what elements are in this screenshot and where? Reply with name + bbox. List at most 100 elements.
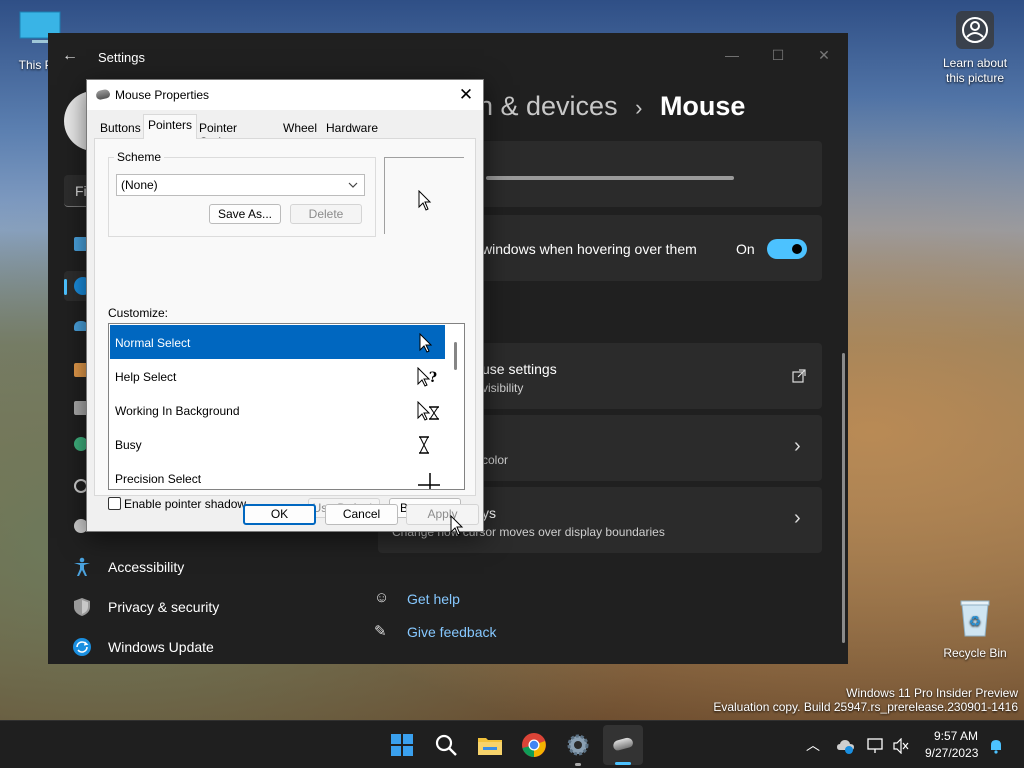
sidebar-item-label: Accessibility [108, 559, 185, 575]
tab-buttons[interactable]: Buttons [96, 118, 145, 138]
ok-button[interactable]: OK [243, 504, 316, 525]
pointers-tab-page: Scheme (None) Save As... Delete Customiz… [94, 138, 476, 518]
customize-label: Customize: [108, 306, 169, 320]
settings-title: Settings [98, 50, 145, 65]
list-item[interactable]: Normal Select [110, 325, 445, 359]
list-item-label: Help Select [115, 370, 177, 384]
pointer-list-scrollbar[interactable] [447, 324, 464, 489]
notification-bell-icon[interactable] [988, 738, 1004, 754]
close-icon[interactable]: ✕ [802, 41, 846, 69]
cursor-preview [384, 157, 464, 234]
start-icon[interactable] [386, 729, 418, 761]
working-cursor-icon [417, 401, 439, 421]
list-item[interactable]: Precision Select [110, 461, 445, 489]
sidebar-item-windows-update[interactable]: Windows Update [72, 629, 322, 665]
scroll-thumb[interactable] [454, 342, 457, 370]
dialog-titlebar: Mouse Properties ✕ [87, 80, 483, 110]
learn-about-label: Learn about this picture [942, 56, 1008, 85]
toggle-knob [792, 244, 802, 254]
desktop-icon-recycle-bin[interactable]: ♻ Recycle Bin [940, 598, 1010, 660]
list-item[interactable]: Help Select ? [110, 359, 445, 393]
sidebar-item-label: Privacy & security [108, 599, 220, 615]
watermark-line-1: Windows 11 Pro Insider Preview [846, 686, 1018, 700]
recycle-bin-icon: ♻ [960, 600, 990, 637]
maximize-icon[interactable]: ☐ [756, 41, 800, 69]
volume-muted-icon[interactable] [893, 738, 909, 754]
shield-icon [74, 598, 90, 616]
help-cursor-icon: ? [417, 367, 437, 387]
svg-text:?: ? [429, 370, 437, 386]
delete-button[interactable]: Delete [290, 204, 362, 224]
pointer-speed-slider[interactable] [486, 176, 734, 180]
chevron-right-icon: › [635, 95, 643, 120]
apply-button[interactable]: Apply [406, 504, 479, 525]
search-input-text: Fi [75, 183, 87, 199]
pointer-color-sub: color [482, 453, 509, 467]
scheme-dropdown[interactable]: (None) [116, 174, 365, 196]
network-icon[interactable] [867, 738, 885, 754]
pointer-shadow-label: Enable pointer shadow [124, 497, 247, 511]
close-icon[interactable]: ✕ [455, 84, 477, 106]
tab-pointers[interactable]: Pointers [143, 114, 198, 139]
chevron-right-icon: › [794, 507, 801, 529]
arrow-cursor-icon [419, 333, 433, 353]
back-arrow-icon[interactable]: ← [62, 47, 82, 67]
pointer-shadow-checkbox[interactable] [108, 497, 121, 510]
settings-scrollbar[interactable] [842, 353, 845, 643]
taskbar: ︿ 9:57 AM 9/27/2023 [0, 720, 1024, 768]
feedback-icon: ✎ [374, 623, 387, 640]
sidebar-item-privacy[interactable]: Privacy & security [72, 589, 322, 625]
watermark-line-2: Evaluation copy. Build 25947.rs_prerelea… [713, 700, 1018, 714]
chevron-up-icon[interactable]: ︿ [806, 735, 820, 755]
settings-gear-icon[interactable] [562, 729, 594, 761]
onedrive-icon[interactable] [836, 738, 856, 754]
crosshair-icon [418, 473, 440, 489]
file-explorer-icon[interactable] [474, 729, 506, 761]
clock-date[interactable]: 9/27/2023 [925, 746, 978, 760]
list-item-label: Precision Select [115, 472, 202, 486]
scroll-inactive-toggle[interactable] [767, 239, 807, 259]
arrow-cursor-icon [418, 190, 432, 211]
sidebar-item-label: Windows Update [108, 639, 214, 655]
dialog-title: Mouse Properties [115, 88, 210, 102]
svg-text:♻: ♻ [969, 614, 982, 630]
selection-indicator [64, 279, 67, 295]
learn-about-picture[interactable]: Learn about this picture [938, 10, 1012, 86]
give-feedback-label: Give feedback [407, 624, 497, 640]
additional-settings-title: use settings [482, 361, 557, 377]
mouse-properties-dialog: Mouse Properties ✕ Buttons Pointers Poin… [86, 79, 484, 532]
clock-time[interactable]: 9:57 AM [934, 729, 978, 743]
list-item-label: Normal Select [115, 336, 191, 350]
tab-wheel[interactable]: Wheel [279, 118, 321, 138]
give-feedback-link[interactable]: ✎ Give feedback [374, 622, 574, 642]
update-icon [73, 638, 91, 656]
list-item[interactable]: Busy [110, 427, 445, 461]
scheme-group [108, 157, 376, 237]
scheme-value: (None) [121, 178, 158, 192]
build-watermark: Windows 11 Pro Insider Preview Evaluatio… [713, 686, 1018, 714]
minimize-icon[interactable]: — [710, 41, 754, 69]
chrome-icon[interactable] [518, 729, 550, 761]
pointer-list[interactable]: Normal Select Help Select ? Working In B… [108, 323, 465, 490]
tab-hardware[interactable]: Hardware [322, 118, 382, 138]
tab-pointer-options[interactable]: Pointer Options [195, 118, 244, 149]
save-as-button[interactable]: Save As... [209, 204, 281, 224]
get-help-link[interactable]: ☺ Get help [374, 589, 574, 609]
recycle-bin-label: Recycle Bin [943, 646, 1007, 660]
mouse-app-highlight[interactable] [603, 725, 643, 765]
accessibility-icon [74, 557, 90, 576]
cancel-button[interactable]: Cancel [325, 504, 398, 525]
search-icon[interactable] [430, 729, 462, 761]
list-item-label: Working In Background [115, 404, 240, 418]
scroll-inactive-label: windows when hovering over them [482, 241, 697, 257]
list-item[interactable]: Working In Background [110, 393, 445, 427]
external-link-icon [792, 369, 806, 383]
scheme-label: Scheme [114, 150, 165, 164]
multi-display-title: ys [482, 505, 496, 521]
sidebar-item-accessibility[interactable]: Accessibility [72, 549, 322, 585]
breadcrumb-parent[interactable]: h & devices [478, 91, 618, 121]
chevron-down-icon [348, 182, 358, 188]
toggle-state-label: On [736, 241, 755, 257]
breadcrumb: h & devices › Mouse [478, 91, 745, 122]
mouse-icon [95, 88, 111, 101]
